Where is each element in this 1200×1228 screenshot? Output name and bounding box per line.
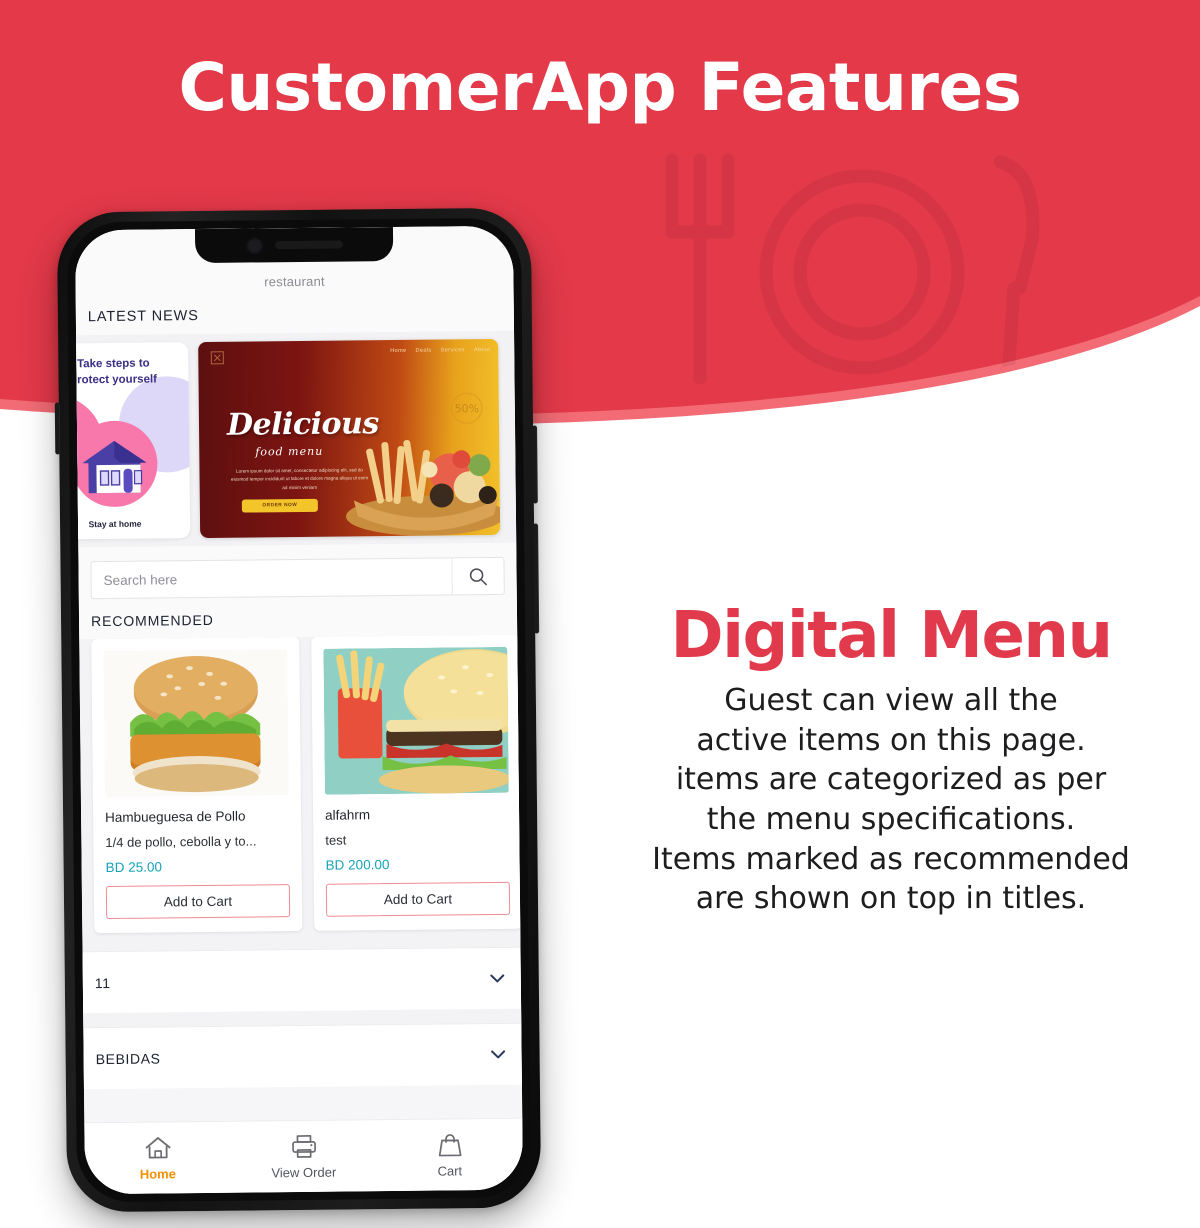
feature-body-line: Items marked as recommended [652, 841, 1130, 877]
tab-home[interactable]: Home [84, 1122, 231, 1195]
feature-body: Guest can view all the active items on t… [584, 681, 1198, 919]
product-description: 1/4 de pollo, cebolla y to... [105, 833, 257, 851]
promo-nav-item: Services [440, 347, 465, 354]
search-box[interactable] [90, 556, 505, 600]
tab-label: Home [139, 1165, 176, 1182]
chicken-burger-photo [103, 649, 289, 798]
category-label: BEBIDAS [95, 1049, 161, 1067]
promo-nav-item: About [473, 346, 491, 354]
phone-side-button[interactable] [533, 523, 540, 634]
app-content: restaurant LATEST NEWS Take steps to pro… [74, 225, 524, 1195]
search-button[interactable] [451, 557, 504, 595]
promo-food-photo [345, 439, 501, 536]
phone-screen: restaurant LATEST NEWS Take steps to pro… [74, 225, 524, 1195]
house-icon [82, 440, 147, 494]
news-card-headline: Take steps to protect yourself [74, 357, 158, 386]
promo-logo-icon [210, 351, 224, 365]
feature-body-line: the menu specifications. [706, 802, 1076, 838]
recommended-list: Hambueguesa de Pollo 1/4 de pollo, cebol… [79, 634, 521, 952]
feature-body-line: are shown on top in titles. [695, 881, 1087, 917]
news-card-covid[interactable]: Take steps to protect yourself Stay at ho… [74, 342, 191, 540]
chevron-down-icon[interactable] [491, 1049, 506, 1059]
latest-news-heading: LATEST NEWS [75, 294, 515, 336]
product-card[interactable]: alfahrm test BD 200.00 Add to Cart [311, 634, 521, 931]
phone-mockup: restaurant LATEST NEWS Take steps to pro… [54, 207, 542, 1213]
shopping-bag-icon [438, 1133, 462, 1156]
promo-subtitle: food menu [255, 444, 324, 459]
bottom-tab-bar: Home View Order Cart [84, 1117, 524, 1195]
feature-body-line: items are categorized as per [675, 762, 1107, 798]
product-name: alfahrm [325, 807, 371, 823]
tab-cart[interactable]: Cart [376, 1119, 523, 1192]
product-price: BD 25.00 [105, 859, 163, 876]
feature-body-line: active items on this page. [696, 722, 1086, 758]
product-name: Hambueguesa de Pollo [105, 808, 246, 826]
news-card-footer: Stay at home [88, 518, 142, 530]
category-row-bebidas[interactable]: BEBIDAS [83, 1022, 522, 1090]
phone-power-button[interactable] [532, 425, 538, 504]
category-label: 11 [94, 974, 111, 991]
burger-fries-photo [323, 646, 509, 795]
feature-title: Digital Menu [670, 599, 1113, 673]
search-icon [469, 567, 487, 585]
latest-news-carousel[interactable]: Take steps to protect yourself Stay at ho… [74, 330, 517, 548]
category-row-11[interactable]: 11 [82, 946, 522, 1014]
printer-icon [291, 1134, 316, 1158]
promo-nav: Home Deals Services About [390, 347, 490, 354]
tab-label: View Order [271, 1164, 337, 1180]
front-camera-icon [245, 236, 263, 255]
promo-nav-item: Home [390, 347, 407, 355]
feature-description: Digital Menu Guest can view all the acti… [584, 599, 1198, 919]
poster-root: CustomerApp Features restaurant LATEST N… [0, 0, 1200, 1228]
product-description: test [325, 832, 347, 848]
promo-order-button[interactable]: ORDER NOW [241, 498, 318, 513]
home-icon [145, 1136, 170, 1158]
add-to-cart-button[interactable]: Add to Cart [325, 881, 511, 917]
tab-view-order[interactable]: View Order [230, 1120, 377, 1193]
phone-volume-button[interactable] [54, 402, 61, 455]
search-input[interactable] [91, 558, 452, 599]
phone-notch [194, 226, 394, 264]
promo-nav-item: Deals [415, 347, 432, 354]
feature-body-line: Guest can view all the [724, 683, 1058, 719]
product-price: BD 200.00 [325, 857, 390, 873]
add-to-cart-button[interactable]: Add to Cart [105, 884, 291, 920]
page-title: CustomerApp Features [178, 49, 1022, 126]
recommended-heading: RECOMMENDED [78, 604, 518, 640]
search-section [78, 542, 517, 610]
news-card-food-promo[interactable]: Home Deals Services About Delicious food… [198, 338, 501, 539]
tab-label: Cart [437, 1162, 463, 1179]
chevron-down-icon[interactable] [490, 973, 505, 983]
category-accordion: 11 BEBIDAS [82, 946, 522, 1090]
product-card[interactable]: Hambueguesa de Pollo 1/4 de pollo, cebol… [91, 636, 303, 934]
earpiece-speaker-icon [274, 240, 343, 250]
